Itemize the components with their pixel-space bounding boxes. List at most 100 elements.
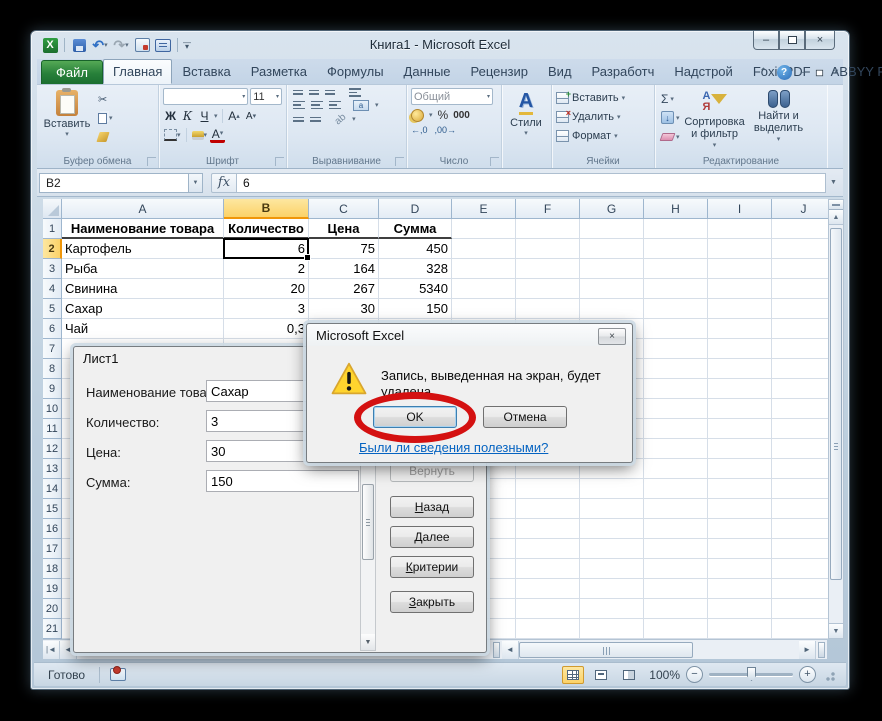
column-header-H[interactable]: H bbox=[644, 199, 708, 219]
collapse-ribbon-icon[interactable]: ⌃ bbox=[759, 67, 767, 78]
cell-G16[interactable] bbox=[580, 519, 644, 539]
cell-H16[interactable] bbox=[644, 519, 708, 539]
cell-H5[interactable] bbox=[644, 299, 708, 319]
cell-I18[interactable] bbox=[708, 559, 772, 579]
cell-E2[interactable] bbox=[452, 239, 516, 259]
cell-I8[interactable] bbox=[708, 359, 772, 379]
cell-H11[interactable] bbox=[644, 419, 708, 439]
workbook-close-icon[interactable]: × bbox=[833, 67, 839, 78]
row-header-12[interactable]: 12 bbox=[43, 439, 62, 459]
cell-F4[interactable] bbox=[516, 279, 580, 299]
cell-I9[interactable] bbox=[708, 379, 772, 399]
cut-button[interactable]: ✂ bbox=[96, 91, 115, 107]
cell-G1[interactable] bbox=[580, 219, 644, 239]
form-button-назад[interactable]: Назад bbox=[390, 496, 474, 518]
form-scroll-thumb[interactable] bbox=[362, 484, 374, 560]
minimize-button[interactable]: – bbox=[753, 31, 779, 50]
cell-G14[interactable] bbox=[580, 479, 644, 499]
cell-C5[interactable]: 30 bbox=[309, 299, 379, 319]
tab-рецензир[interactable]: Рецензир bbox=[461, 59, 539, 84]
first-sheet-button[interactable]: | ◄ bbox=[43, 640, 60, 659]
workbook-minimize-icon[interactable]: – bbox=[801, 67, 807, 78]
cancel-button[interactable]: Отмена bbox=[483, 406, 567, 428]
cell-C4[interactable]: 267 bbox=[309, 279, 379, 299]
cell-F19[interactable] bbox=[516, 579, 580, 599]
copy-button[interactable]: ▾ bbox=[96, 110, 115, 126]
cell-H19[interactable] bbox=[644, 579, 708, 599]
cell-F18[interactable] bbox=[516, 559, 580, 579]
cell-D1[interactable]: Сумма bbox=[379, 219, 452, 239]
macro-record-icon[interactable] bbox=[110, 666, 127, 681]
normal-view-button[interactable] bbox=[562, 665, 584, 684]
cell-J17[interactable] bbox=[772, 539, 836, 559]
cell-H18[interactable] bbox=[644, 559, 708, 579]
cell-F1[interactable] bbox=[516, 219, 580, 239]
row-header-8[interactable]: 8 bbox=[43, 359, 62, 379]
align-top-icon[interactable] bbox=[293, 89, 303, 95]
tab-надстрой[interactable]: Надстрой bbox=[664, 59, 742, 84]
cell-F3[interactable] bbox=[516, 259, 580, 279]
cell-H2[interactable] bbox=[644, 239, 708, 259]
cell-I4[interactable] bbox=[708, 279, 772, 299]
increase-decimal-icon[interactable]: ←,0 bbox=[411, 125, 428, 135]
cell-E4[interactable] bbox=[452, 279, 516, 299]
shrink-font-button[interactable]: А ▾ bbox=[244, 108, 259, 124]
cell-J1[interactable] bbox=[772, 219, 836, 239]
vertical-scroll-thumb[interactable] bbox=[830, 228, 842, 580]
grow-font-button[interactable]: А ▴ bbox=[227, 108, 242, 124]
decrease-indent-icon[interactable] bbox=[293, 116, 304, 122]
row-header-4[interactable]: 4 bbox=[43, 279, 62, 299]
italic-button[interactable]: К bbox=[180, 108, 195, 124]
row-header-16[interactable]: 16 bbox=[43, 519, 62, 539]
cell-F14[interactable] bbox=[516, 479, 580, 499]
formula-bar-expand-icon[interactable]: ▼ bbox=[826, 173, 841, 193]
form-field-input-3[interactable] bbox=[206, 470, 359, 492]
underline-button[interactable]: Ч bbox=[197, 108, 212, 124]
cell-I2[interactable] bbox=[708, 239, 772, 259]
align-bottom-icon[interactable] bbox=[325, 89, 335, 95]
scrollbar-resize-handle[interactable] bbox=[818, 641, 825, 658]
cell-I12[interactable] bbox=[708, 439, 772, 459]
cell-I10[interactable] bbox=[708, 399, 772, 419]
cell-B1[interactable]: Количество bbox=[224, 219, 309, 239]
cell-G17[interactable] bbox=[580, 539, 644, 559]
cell-H7[interactable] bbox=[644, 339, 708, 359]
cell-D2[interactable]: 450 bbox=[379, 239, 452, 259]
workbook-restore-icon[interactable] bbox=[816, 69, 824, 76]
cell-I20[interactable] bbox=[708, 599, 772, 619]
zoom-out-button[interactable]: − bbox=[686, 666, 703, 683]
cell-H6[interactable] bbox=[644, 319, 708, 339]
cell-C1[interactable]: Цена bbox=[309, 219, 379, 239]
horizontal-scrollbar[interactable] bbox=[519, 641, 799, 658]
row-header-3[interactable]: 3 bbox=[43, 259, 62, 279]
row-header-6[interactable]: 6 bbox=[43, 319, 62, 339]
cell-D3[interactable]: 328 bbox=[379, 259, 452, 279]
cell-H15[interactable] bbox=[644, 499, 708, 519]
column-header-G[interactable]: G bbox=[580, 199, 644, 219]
cell-H1[interactable] bbox=[644, 219, 708, 239]
column-header-F[interactable]: F bbox=[516, 199, 580, 219]
format-cells-button[interactable]: Формат ▾ bbox=[556, 126, 650, 145]
tab-формулы[interactable]: Формулы bbox=[317, 59, 394, 84]
cell-J11[interactable] bbox=[772, 419, 836, 439]
cell-I7[interactable] bbox=[708, 339, 772, 359]
row-header-9[interactable]: 9 bbox=[43, 379, 62, 399]
split-handle[interactable] bbox=[829, 200, 843, 210]
cell-G18[interactable] bbox=[580, 559, 644, 579]
page-layout-view-button[interactable] bbox=[590, 666, 612, 684]
zoom-level[interactable]: 100% bbox=[646, 668, 680, 682]
cell-I11[interactable] bbox=[708, 419, 772, 439]
row-header-10[interactable]: 10 bbox=[43, 399, 62, 419]
insert-cells-button[interactable]: + Вставить ▾ bbox=[556, 88, 650, 107]
cell-J4[interactable] bbox=[772, 279, 836, 299]
column-header-A[interactable]: A bbox=[62, 199, 224, 219]
delete-cells-button[interactable]: × Удалить ▾ bbox=[556, 107, 650, 126]
cell-H13[interactable] bbox=[644, 459, 708, 479]
column-header-J[interactable]: J bbox=[772, 199, 836, 219]
wrap-text-icon[interactable] bbox=[349, 88, 361, 97]
cell-J9[interactable] bbox=[772, 379, 836, 399]
cell-J5[interactable] bbox=[772, 299, 836, 319]
insert-function-button[interactable]: fx bbox=[211, 172, 237, 193]
font-dialog-launcher[interactable] bbox=[275, 157, 284, 166]
row-header-18[interactable]: 18 bbox=[43, 559, 62, 579]
